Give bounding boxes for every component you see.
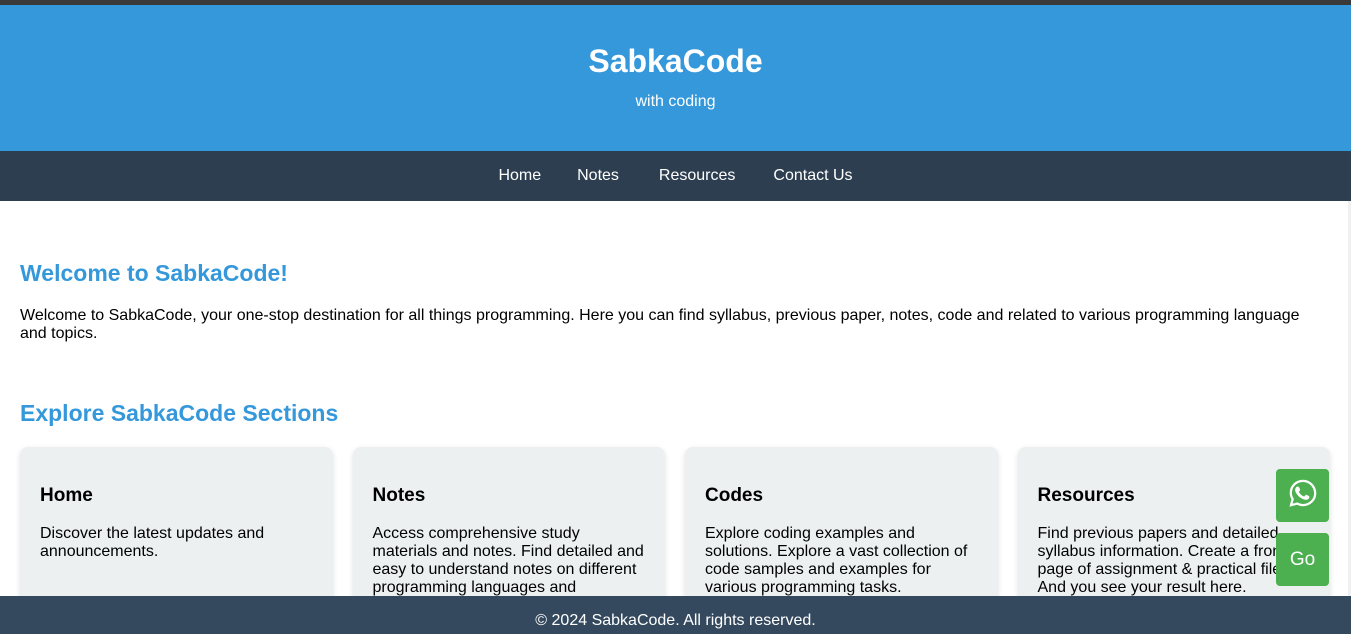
main-nav: Home Notes Resources Contact Us [0,151,1351,201]
site-title: SabkaCode [588,43,763,79]
card-title: Notes [372,485,426,506]
nav-contact-us[interactable]: Contact Us [773,167,852,185]
card-text: Discover the latest updates and announce… [40,525,265,560]
card-notes[interactable]: Notes Access comprehensive study materia… [352,447,665,596]
go-button[interactable]: Go [1276,533,1329,586]
nav-notes[interactable]: Notes [577,167,619,185]
card-text: Access comprehensive study materials and… [372,525,644,596]
footer-text: © 2024 SabkaCode. All rights reserved. [535,612,816,629]
site-header: SabkaCode with coding [0,5,1351,151]
site-tagline: with coding [635,93,716,110]
whatsapp-icon [1288,478,1318,514]
card-title: Codes [705,485,764,506]
site-footer: © 2024 SabkaCode. All rights reserved. [0,596,1351,634]
card-home[interactable]: Home Discover the latest updates and ann… [20,447,333,596]
card-title: Home [40,485,93,506]
card-codes[interactable]: Codes Explore coding examples and soluti… [685,447,998,596]
nav-resources[interactable]: Resources [659,167,735,185]
card-text: Explore coding examples and solutions. E… [705,525,968,596]
welcome-title: Welcome to SabkaCode! [20,260,288,286]
main-content: Welcome to SabkaCode! Welcome to SabkaCo… [0,201,1351,596]
card-text: Find previous papers and detailed syllab… [1037,525,1286,596]
card-title: Resources [1037,485,1135,506]
welcome-text: Welcome to SabkaCode, your one-stop dest… [20,307,1300,342]
explore-title: Explore SabkaCode Sections [20,400,339,426]
whatsapp-button[interactable] [1276,469,1329,522]
section-cards: Home Discover the latest updates and ann… [20,447,1330,596]
nav-home[interactable]: Home [498,167,541,185]
